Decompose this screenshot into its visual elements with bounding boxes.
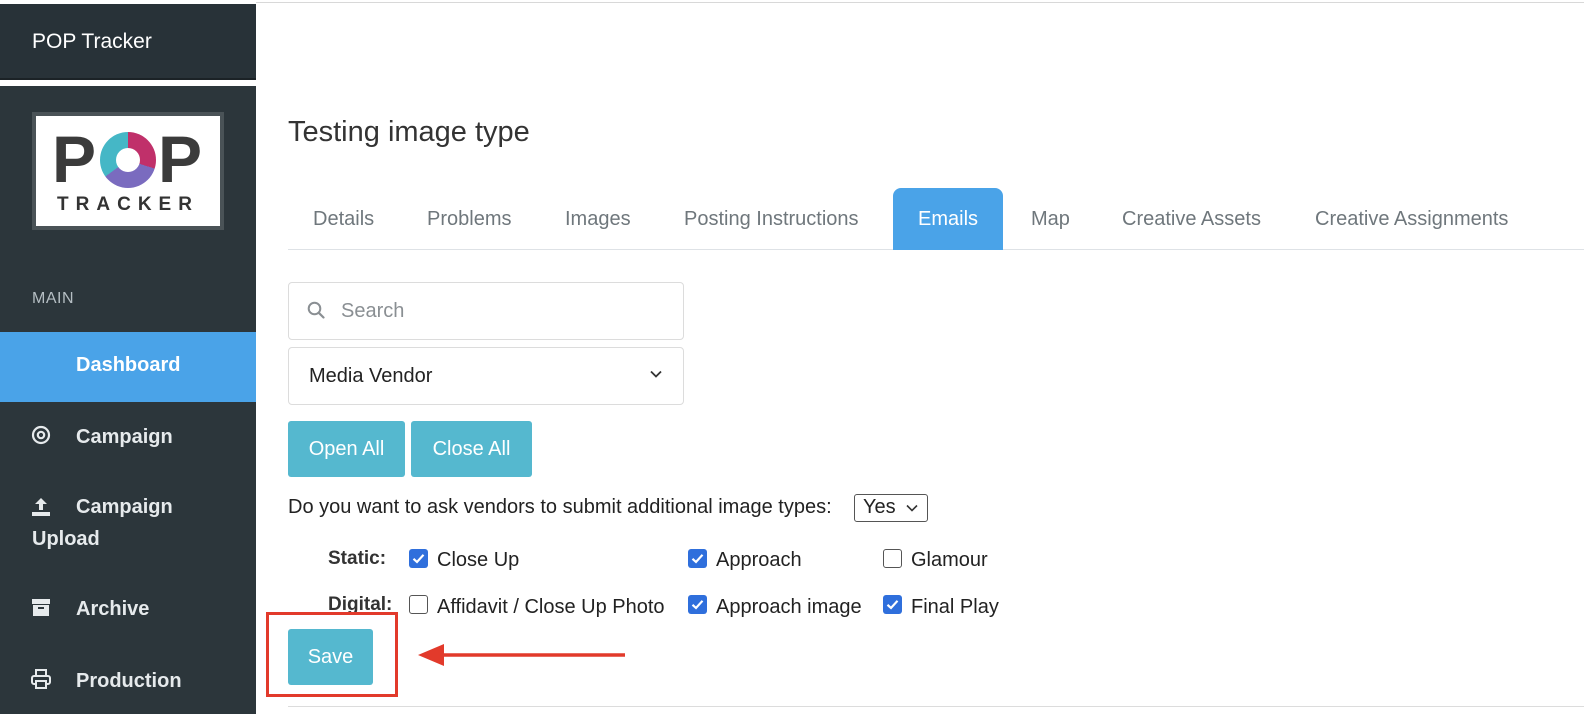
annotation-arrow-icon: [418, 644, 625, 666]
sidebar-section-label: MAIN: [32, 290, 74, 307]
app-title[interactable]: POP Tracker: [0, 4, 256, 80]
checkbox-glamour[interactable]: [883, 549, 902, 568]
tab-emails[interactable]: Emails: [893, 188, 1004, 250]
vendor-type-select[interactable]: Media Vendor: [288, 347, 684, 405]
search-placeholder: Search: [341, 300, 405, 322]
logo-ring-icon: [100, 132, 156, 188]
checkbox-label: Glamour: [911, 549, 988, 571]
checkbox-label: Affidavit / Close Up Photo: [437, 596, 665, 618]
close-all-button[interactable]: Close All: [411, 421, 532, 477]
sidebar-item-label: Dashboard: [76, 354, 181, 376]
checkbox-label: Approach: [716, 549, 802, 571]
section-divider: [288, 706, 1584, 707]
tab-problems[interactable]: Problems: [402, 188, 536, 250]
sidebar: PP TRACKER MAIN Dashboard Campaign Campa…: [0, 86, 256, 714]
checkbox-close-up[interactable]: [409, 549, 428, 568]
sidebar-item-campaign-upload[interactable]: Campaign Upload: [0, 476, 256, 566]
additional-image-types-value: Yes: [863, 496, 896, 518]
sidebar-item-label: Campaign: [76, 496, 173, 518]
tab-creative-assets[interactable]: Creative Assets: [1097, 188, 1286, 250]
tab-details[interactable]: Details: [288, 188, 399, 250]
sidebar-item-campaign[interactable]: Campaign: [0, 402, 256, 472]
static-label: Static:: [328, 548, 387, 569]
additional-image-types-question: Do you want to ask vendors to submit add…: [288, 496, 832, 518]
sidebar-item-archive[interactable]: Archive: [0, 580, 256, 640]
search-input[interactable]: Search: [288, 282, 684, 340]
archive-icon: [30, 596, 52, 624]
checkbox-final-play[interactable]: [883, 595, 902, 614]
annotation-highlight-box: [266, 612, 398, 697]
printer-icon: [30, 668, 52, 696]
upload-icon: [30, 496, 52, 524]
checkbox-approach-image[interactable]: [688, 595, 707, 614]
tab-images[interactable]: Images: [540, 188, 656, 250]
open-all-button[interactable]: Open All: [288, 421, 405, 477]
page-title: Testing image type: [288, 116, 530, 148]
chevron-down-icon: [906, 504, 918, 512]
logo[interactable]: PP TRACKER: [32, 112, 224, 230]
sidebar-item-production[interactable]: Production: [0, 650, 256, 710]
checkbox-affidavit-close-up-photo[interactable]: [409, 595, 428, 614]
additional-image-types-select[interactable]: Yes: [854, 494, 928, 522]
sidebar-item-label: Production: [76, 670, 182, 692]
checkbox-label: Final Play: [911, 596, 999, 618]
sidebar-item-dashboard[interactable]: Dashboard: [0, 332, 256, 402]
tab-bar: Details Problems Images Posting Instruct…: [288, 188, 1584, 250]
logo-subtitle: TRACKER: [57, 194, 199, 215]
search-icon: [307, 301, 325, 319]
tab-creative-assignments[interactable]: Creative Assignments: [1290, 188, 1533, 250]
vendor-type-value: Media Vendor: [309, 365, 433, 387]
tab-posting-instructions[interactable]: Posting Instructions: [659, 188, 884, 250]
top-border: [256, 2, 1584, 3]
target-icon: [30, 424, 52, 452]
checkbox-label: Close Up: [437, 549, 520, 571]
checkbox-approach[interactable]: [688, 549, 707, 568]
sidebar-item-label: Archive: [76, 598, 150, 620]
tab-map[interactable]: Map: [1006, 188, 1095, 250]
logo-wordmark: PP: [51, 122, 205, 196]
checkbox-label: Approach image: [716, 596, 862, 618]
sidebar-item-label-line2: Upload: [32, 528, 100, 550]
chevron-down-icon: [650, 370, 662, 378]
sidebar-item-label: Campaign: [76, 426, 173, 448]
